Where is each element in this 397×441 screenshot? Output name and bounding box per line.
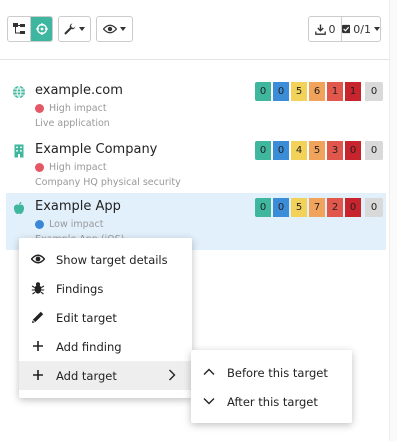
menu-item-add-target[interactable]: Add target — [19, 361, 192, 390]
target-view-button[interactable] — [30, 17, 52, 41]
toolbar-divider — [0, 59, 389, 60]
count-high: 2 — [327, 198, 343, 217]
finding-counts: 0 0 5 7 2 0 0 — [255, 198, 383, 217]
menu-item-findings[interactable]: Findings — [19, 274, 192, 303]
impact-dot — [35, 163, 44, 172]
view-mode-toggle — [7, 16, 53, 42]
menu-item-add-finding[interactable]: Add finding — [19, 332, 192, 361]
chevron-down-icon — [203, 398, 215, 405]
plus-icon — [33, 341, 43, 351]
impact-dot — [35, 104, 44, 113]
count-low: 5 — [291, 198, 307, 217]
impact-label: Low impact — [35, 219, 103, 230]
menu-item-label: Add target — [56, 368, 117, 383]
actions-group: 0 0/1 — [308, 16, 381, 42]
count-info: 0 — [273, 82, 289, 101]
target-item[interactable]: example.com High impact Live application… — [6, 77, 386, 134]
count-critical: 1 — [345, 82, 361, 101]
pencil-icon — [32, 311, 44, 323]
menu-item-label: Edit target — [56, 310, 117, 325]
count-none: 0 — [255, 141, 271, 160]
checkbox-icon — [342, 24, 351, 34]
impact-text: Low impact — [49, 219, 104, 230]
impact-label: High impact — [35, 103, 107, 114]
apple-icon — [13, 201, 25, 215]
impact-label: High impact — [35, 162, 107, 173]
select-button[interactable]: 0/1 — [341, 17, 380, 41]
target-name: Example Company — [35, 142, 158, 157]
visibility-button[interactable] — [97, 17, 132, 41]
target-description: Company HQ physical security — [35, 177, 181, 188]
count-medium: 5 — [309, 141, 325, 160]
count-high: 1 — [327, 82, 343, 101]
target-item[interactable]: Example Company High impact Company HQ p… — [6, 136, 386, 193]
checked-count: 0/1 — [353, 22, 371, 36]
tree-icon — [13, 23, 25, 34]
submenu-item-label: Before this target — [227, 365, 328, 380]
caret-down-icon — [374, 27, 380, 31]
count-none: 0 — [255, 82, 271, 101]
download-button[interactable]: 0 — [309, 17, 341, 41]
count-low: 4 — [291, 141, 307, 160]
caret-down-icon — [120, 27, 126, 31]
menu-item-edit-target[interactable]: Edit target — [19, 303, 192, 332]
caret-down-icon — [79, 27, 85, 31]
finding-counts: 0 0 4 5 3 0 0 — [255, 141, 383, 160]
count-unrated: 0 — [365, 198, 383, 217]
crosshair-icon — [35, 23, 48, 35]
submenu-item-before-target[interactable]: Before this target — [191, 358, 352, 387]
bug-icon — [31, 282, 45, 295]
tools-button[interactable] — [59, 17, 90, 41]
count-low: 5 — [291, 82, 307, 101]
target-name: Example App — [35, 199, 121, 214]
count-info: 0 — [273, 141, 289, 160]
menu-item-label: Add finding — [56, 339, 122, 354]
count-critical: 0 — [345, 198, 361, 217]
eye-icon — [103, 24, 117, 34]
submenu-item-label: After this target — [227, 394, 318, 409]
count-unrated: 0 — [365, 141, 383, 160]
target-description: Live application — [35, 118, 110, 129]
count-info: 0 — [273, 198, 289, 217]
add-target-submenu: Before this target After this target — [191, 350, 352, 423]
finding-counts: 0 0 5 6 1 1 0 — [255, 82, 383, 101]
scrollbar[interactable] — [389, 0, 397, 441]
count-none: 0 — [255, 198, 271, 217]
plus-icon — [33, 370, 43, 380]
tools-dropdown[interactable] — [58, 16, 91, 42]
menu-item-label: Findings — [56, 281, 104, 296]
target-name: example.com — [35, 83, 123, 98]
wrench-icon — [64, 23, 76, 35]
impact-text: High impact — [49, 103, 107, 114]
chevron-up-icon — [203, 368, 215, 375]
eye-icon — [31, 254, 45, 264]
chevron-right-icon — [169, 369, 176, 381]
context-menu: Show target details Findings Edit target… — [19, 238, 192, 398]
submenu-item-after-target[interactable]: After this target — [191, 387, 352, 416]
tree-view-button[interactable] — [8, 17, 30, 41]
impact-text: High impact — [49, 162, 107, 173]
menu-item-show-target-details[interactable]: Show target details — [19, 245, 192, 274]
menu-item-label: Show target details — [56, 252, 168, 267]
count-medium: 6 — [309, 82, 325, 101]
count-unrated: 0 — [365, 82, 383, 101]
impact-dot — [35, 220, 44, 229]
count-critical: 0 — [345, 141, 361, 160]
download-icon — [314, 24, 326, 35]
globe-icon — [13, 85, 25, 99]
visibility-dropdown[interactable] — [96, 16, 133, 42]
toolbar: 0 0/1 — [0, 0, 397, 58]
building-icon — [14, 144, 24, 158]
count-high: 3 — [327, 141, 343, 160]
download-count: 0 — [328, 22, 336, 36]
count-medium: 7 — [309, 198, 325, 217]
